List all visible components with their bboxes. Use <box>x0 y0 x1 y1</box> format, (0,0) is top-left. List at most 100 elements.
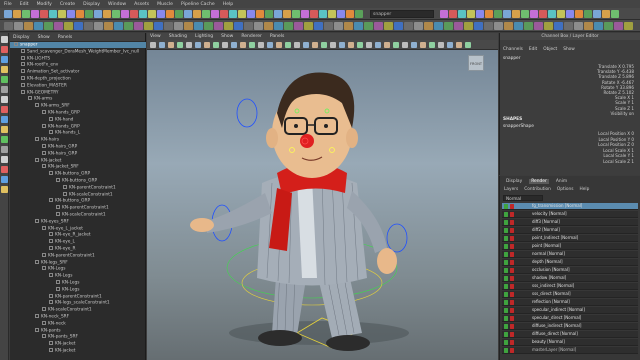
tool-icon[interactable] <box>1 56 8 63</box>
shelf-tool-icon[interactable] <box>593 10 601 18</box>
shelf-tool-icon[interactable] <box>112 10 120 18</box>
shelf-tool-icon[interactable] <box>611 10 619 18</box>
shelf-tool-icon[interactable] <box>148 10 156 18</box>
menu-item[interactable]: Help <box>223 2 233 7</box>
channel-box-menu-item[interactable]: Show <box>563 47 575 52</box>
outliner-item[interactable]: KN-jacket <box>10 348 146 354</box>
shelf-tool-icon[interactable] <box>49 10 57 18</box>
layer-visible-toggle[interactable] <box>504 220 508 225</box>
layer-visible-toggle[interactable] <box>504 228 508 233</box>
layer-tab[interactable]: Anim <box>554 179 569 184</box>
layer-render-toggle[interactable] <box>510 348 514 353</box>
outliner-item[interactable]: Animation_Set_activator <box>10 69 146 75</box>
status-line-icon[interactable] <box>424 22 433 30</box>
status-line-icon[interactable] <box>544 22 553 30</box>
outliner-item[interactable]: KN-buttons_GRP <box>10 198 146 204</box>
shelf-tool-icon[interactable] <box>274 10 282 18</box>
outliner-item[interactable]: KN-Legs <box>10 286 146 293</box>
outliner-item[interactable]: KN-jacket_SRF <box>10 164 146 170</box>
shelf-tool-icon[interactable] <box>193 10 201 18</box>
shelf-tool-icon[interactable] <box>355 10 363 18</box>
outliner-item[interactable]: KN-Legs <box>10 266 146 272</box>
outliner-item[interactable]: KN-pants <box>10 327 146 334</box>
outliner-item[interactable]: KN-pants_SRF <box>10 334 146 340</box>
shelf-tool-icon[interactable] <box>265 10 273 18</box>
outliner-item[interactable]: KN-arms <box>10 96 146 102</box>
layer-menu-item[interactable]: Contribution <box>524 187 551 192</box>
render-layer-row[interactable]: specular_direct [Normal] <box>502 315 638 322</box>
layer-visible-toggle[interactable] <box>504 340 508 345</box>
shelf-tool-icon[interactable] <box>467 10 475 18</box>
outliner-item[interactable]: KN-eye_L <box>10 239 146 245</box>
channel-box-menu-item[interactable]: Channels <box>503 47 523 52</box>
status-line-icon[interactable] <box>4 22 13 30</box>
shelf-tool-icon[interactable] <box>4 10 12 18</box>
shelf-tool-icon[interactable] <box>256 10 264 18</box>
status-line-icon[interactable] <box>314 22 323 30</box>
layer-render-toggle[interactable] <box>510 220 514 225</box>
render-layer-row[interactable]: sss_direct [Normal] <box>502 291 638 298</box>
render-layer-row[interactable]: diff2 [Normal] <box>502 227 638 234</box>
status-line-icon[interactable] <box>524 22 533 30</box>
layer-visible-toggle[interactable] <box>504 292 508 297</box>
outliner-item[interactable]: KN-eye_L_jacket <box>10 225 146 232</box>
outliner-item[interactable]: KN-scaleConstraint1 <box>10 191 146 198</box>
status-line-icon[interactable] <box>264 22 273 30</box>
outliner-item[interactable]: KN-hands_L <box>10 130 146 136</box>
shelf-tool-icon[interactable] <box>22 10 30 18</box>
outliner-item[interactable]: KN-jacket <box>10 157 146 164</box>
layer-visible-toggle[interactable] <box>504 316 508 321</box>
layer-render-toggle[interactable] <box>510 276 514 281</box>
status-line-icon[interactable] <box>74 22 83 30</box>
status-line-icon[interactable] <box>584 22 593 30</box>
status-line-icon[interactable] <box>204 22 213 30</box>
shelf-tool-icon[interactable] <box>13 10 21 18</box>
tool-icon[interactable] <box>1 186 8 193</box>
layer-visible-toggle[interactable] <box>504 308 508 313</box>
outliner-item[interactable]: KN-neck_SRF <box>10 314 146 320</box>
status-line-icon[interactable] <box>144 22 153 30</box>
tool-icon[interactable] <box>1 126 8 133</box>
layer-visible-toggle[interactable] <box>504 244 508 249</box>
render-layer-row[interactable]: diffuse_indirect [Normal] <box>502 323 638 330</box>
shelf-tool-icon[interactable] <box>337 10 345 18</box>
channel-box-menu-item[interactable]: Edit <box>529 47 537 52</box>
layer-render-toggle[interactable] <box>510 244 514 249</box>
layer-render-toggle[interactable] <box>510 212 514 217</box>
local-attribute[interactable]: Local Scale Y 1 <box>603 153 634 158</box>
node-name[interactable]: snapper <box>503 56 520 61</box>
status-line-icon[interactable] <box>124 22 133 30</box>
status-line-icon[interactable] <box>334 22 343 30</box>
outliner-item[interactable]: KN-hairs_GRP <box>10 150 146 157</box>
outliner-item[interactable]: KN-parentConstraint1 <box>10 293 146 300</box>
layer-render-toggle[interactable] <box>510 260 514 265</box>
shelf-tool-icon[interactable] <box>130 10 138 18</box>
layer-tab[interactable]: Display <box>504 179 524 184</box>
shelf-tool-icon[interactable] <box>121 10 129 18</box>
status-line-icon[interactable] <box>104 22 113 30</box>
status-line-icon[interactable] <box>624 22 633 30</box>
status-line-icon[interactable] <box>364 22 373 30</box>
status-line-icon[interactable] <box>14 22 23 30</box>
menu-item[interactable]: Window <box>108 2 126 7</box>
status-line-icon[interactable] <box>244 22 253 30</box>
status-line-icon[interactable] <box>554 22 563 30</box>
menu-item[interactable]: Modify <box>37 2 52 7</box>
outliner-item[interactable]: KN-buttons_GRP <box>10 171 146 177</box>
status-line-icon[interactable] <box>504 22 513 30</box>
shelf-tool-icon[interactable] <box>139 10 147 18</box>
shelf-tool-icon[interactable] <box>346 10 354 18</box>
shelf-tool-icon[interactable] <box>103 10 111 18</box>
shelf-tool-icon[interactable] <box>31 10 39 18</box>
status-line-icon[interactable] <box>294 22 303 30</box>
shelf-tool-icon[interactable] <box>166 10 174 18</box>
shelf-tool-icon[interactable] <box>512 10 520 18</box>
shelf-tool-icon[interactable] <box>530 10 538 18</box>
layer-visible-toggle[interactable] <box>504 348 508 353</box>
layer-visible-toggle[interactable] <box>504 212 508 217</box>
menu-item[interactable]: Assets <box>134 2 149 7</box>
status-line-icon[interactable] <box>434 22 443 30</box>
local-attribute[interactable]: Local Scale X 1 <box>603 148 634 153</box>
outliner-item[interactable]: KN-neck <box>10 320 146 327</box>
menu-item[interactable]: Muscle <box>157 2 173 7</box>
